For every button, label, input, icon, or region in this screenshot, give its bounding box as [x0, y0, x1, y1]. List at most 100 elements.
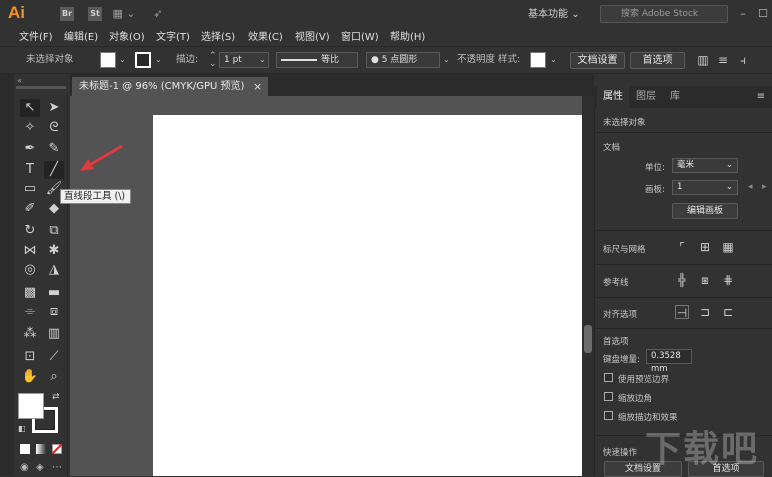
gpu-performance-icon[interactable]: ➶	[150, 7, 166, 21]
type-tool-icon[interactable]: T	[20, 161, 40, 179]
color-mode-icon[interactable]	[20, 444, 30, 454]
close-icon[interactable]: ×	[253, 77, 262, 96]
selection-transform-icon[interactable]: ▥	[696, 53, 710, 67]
collapse-panel-icon[interactable]: «	[17, 76, 22, 85]
align-icon[interactable]: ⫞	[736, 53, 750, 67]
chevron-down-icon[interactable]: ⌄	[443, 55, 450, 64]
scale-tool-icon[interactable]: ⧉	[44, 222, 64, 240]
menu-file[interactable]: 文件(F)	[19, 29, 53, 46]
tab-layers[interactable]: 图层	[636, 86, 656, 108]
fill-color-swatch[interactable]	[100, 52, 116, 68]
chevron-down-icon[interactable]: ⌄	[259, 55, 266, 64]
scale-strokes-checkbox[interactable]	[604, 411, 613, 420]
rectangle-tool-icon[interactable]: ▭	[20, 180, 40, 198]
shaper-tool-icon[interactable]: ✐	[20, 200, 40, 218]
bridge-icon[interactable]: Br	[60, 7, 74, 21]
snap-to-point-icon[interactable]: ⊣	[675, 305, 689, 320]
workspace-switcher[interactable]: 基本功能 ⌄	[528, 7, 588, 23]
maximize-icon[interactable]: ☐	[756, 7, 770, 21]
stepper-icon[interactable]: ⌃ ⌄	[209, 52, 217, 69]
menu-object[interactable]: 对象(O)	[109, 29, 145, 46]
variable-width-profile[interactable]: 等比	[276, 52, 358, 68]
width-tool-icon[interactable]: ⋈	[20, 242, 40, 260]
lock-guides-icon[interactable]: ⧆	[698, 273, 712, 287]
snap-to-glyph-icon[interactable]: ⊏	[721, 305, 735, 319]
graphic-style-swatch[interactable]	[530, 52, 546, 68]
panel-grip[interactable]	[16, 86, 66, 89]
mesh-tool-icon[interactable]: ▩	[20, 284, 40, 302]
edit-artboards-button[interactable]: 编辑画板	[672, 203, 738, 219]
rotate-tool-icon[interactable]: ↻	[20, 222, 40, 240]
eyedropper-tool-icon[interactable]: ⌯	[20, 303, 40, 321]
opacity-label[interactable]: 不透明度	[457, 53, 495, 67]
divider	[594, 297, 772, 298]
next-artboard-icon[interactable]: ▸	[762, 182, 767, 192]
units-select[interactable]: 毫米 ⌄	[672, 158, 738, 173]
menu-select[interactable]: 选择(S)	[201, 29, 235, 46]
gradient-mode-icon[interactable]	[36, 444, 46, 454]
tab-properties[interactable]: 属性	[597, 86, 629, 108]
shape-builder-tool-icon[interactable]: ◎	[20, 261, 40, 279]
tab-libraries[interactable]: 库	[670, 86, 680, 108]
artboard-tool-icon[interactable]: ⊡	[20, 348, 40, 366]
none-mode-icon[interactable]	[52, 444, 62, 454]
vertical-scrollbar[interactable]	[582, 96, 594, 476]
preferences-button[interactable]: 首选项	[630, 52, 685, 69]
artboard[interactable]	[153, 115, 582, 476]
chevron-down-icon[interactable]: ⌄	[119, 55, 126, 64]
panel-menu-icon[interactable]: ≡	[754, 90, 768, 104]
column-graph-tool-icon[interactable]: ▥	[44, 325, 64, 343]
pen-tool-icon[interactable]: ✒	[20, 140, 40, 158]
more-options-icon[interactable]: ≡	[716, 53, 730, 67]
chevron-down-icon[interactable]: ⌄	[550, 55, 557, 64]
previous-artboard-icon[interactable]: ◂	[748, 182, 753, 192]
menu-effect[interactable]: 效果(C)	[248, 29, 283, 46]
document-tab[interactable]: 未标题-1 @ 96% (CMYK/GPU 预览)	[72, 77, 268, 96]
blend-tool-icon[interactable]: ⧈	[44, 303, 64, 321]
scale-corners-label: 缩放边角	[618, 394, 653, 404]
stock-icon[interactable]: St	[88, 7, 102, 21]
line-segment-tool-icon[interactable]: ╱	[44, 161, 64, 179]
arrange-documents-icon[interactable]: ▦ ⌄	[112, 7, 136, 21]
slice-tool-icon[interactable]: ⟋	[44, 348, 64, 366]
lasso-tool-icon[interactable]: ᘓ	[44, 119, 64, 137]
document-setup-button[interactable]: 文档设置	[570, 52, 625, 69]
symbol-sprayer-tool-icon[interactable]: ⁂	[20, 325, 40, 343]
artboard-select[interactable]: 1 ⌄	[672, 180, 738, 195]
direct-selection-tool-icon[interactable]: ➤	[44, 99, 64, 117]
selection-tool-icon[interactable]: ↖	[20, 99, 40, 117]
scrollbar-thumb[interactable]	[584, 325, 592, 353]
default-colors-icon[interactable]: ◧	[18, 424, 26, 433]
edit-toolbar-icon[interactable]: ⋯	[52, 462, 62, 473]
grid-icon[interactable]: ⊞	[698, 240, 712, 254]
stock-search-input[interactable]: 搜索 Adobe Stock	[600, 5, 728, 23]
zoom-tool-icon[interactable]: ⌕	[44, 368, 64, 386]
keyboard-increment-input[interactable]: 0.3528 mm	[646, 349, 692, 374]
chevron-down-icon[interactable]: ⌄	[155, 55, 162, 64]
swap-colors-icon[interactable]: ⇄	[52, 392, 60, 402]
menu-help[interactable]: 帮助(H)	[390, 29, 425, 46]
minimize-icon[interactable]: –	[736, 7, 750, 21]
show-guides-icon[interactable]: ╬	[675, 273, 689, 287]
menu-type[interactable]: 文字(T)	[156, 29, 190, 46]
menu-edit[interactable]: 编辑(E)	[64, 29, 98, 46]
scale-corners-checkbox[interactable]	[604, 392, 613, 401]
stroke-color-swatch[interactable]	[135, 52, 151, 68]
puppet-warp-tool-icon[interactable]: ✱	[44, 242, 64, 260]
perspective-grid-tool-icon[interactable]: ◮	[44, 261, 64, 279]
transparency-grid-icon[interactable]: ▦	[721, 240, 735, 254]
magic-wand-tool-icon[interactable]: ✧	[20, 119, 40, 137]
menu-window[interactable]: 窗口(W)	[341, 29, 379, 46]
menu-view[interactable]: 视图(V)	[295, 29, 330, 46]
gradient-tool-icon[interactable]: ▬	[44, 284, 64, 302]
curvature-tool-icon[interactable]: ✎	[44, 140, 64, 158]
draw-mode-icon[interactable]: ◉	[20, 462, 29, 473]
fill-color-box[interactable]	[18, 393, 44, 419]
rulers-icon[interactable]: ⌜	[675, 240, 689, 254]
smart-guides-icon[interactable]: ⋕	[721, 273, 735, 287]
snap-to-pixel-icon[interactable]: ⊐	[698, 305, 712, 319]
hand-tool-icon[interactable]: ✋	[20, 368, 40, 386]
preview-bounds-checkbox[interactable]	[604, 373, 613, 382]
brush-definition[interactable]: ● 5 点圆形	[366, 52, 440, 68]
screen-mode-icon[interactable]: ◈	[36, 462, 44, 473]
